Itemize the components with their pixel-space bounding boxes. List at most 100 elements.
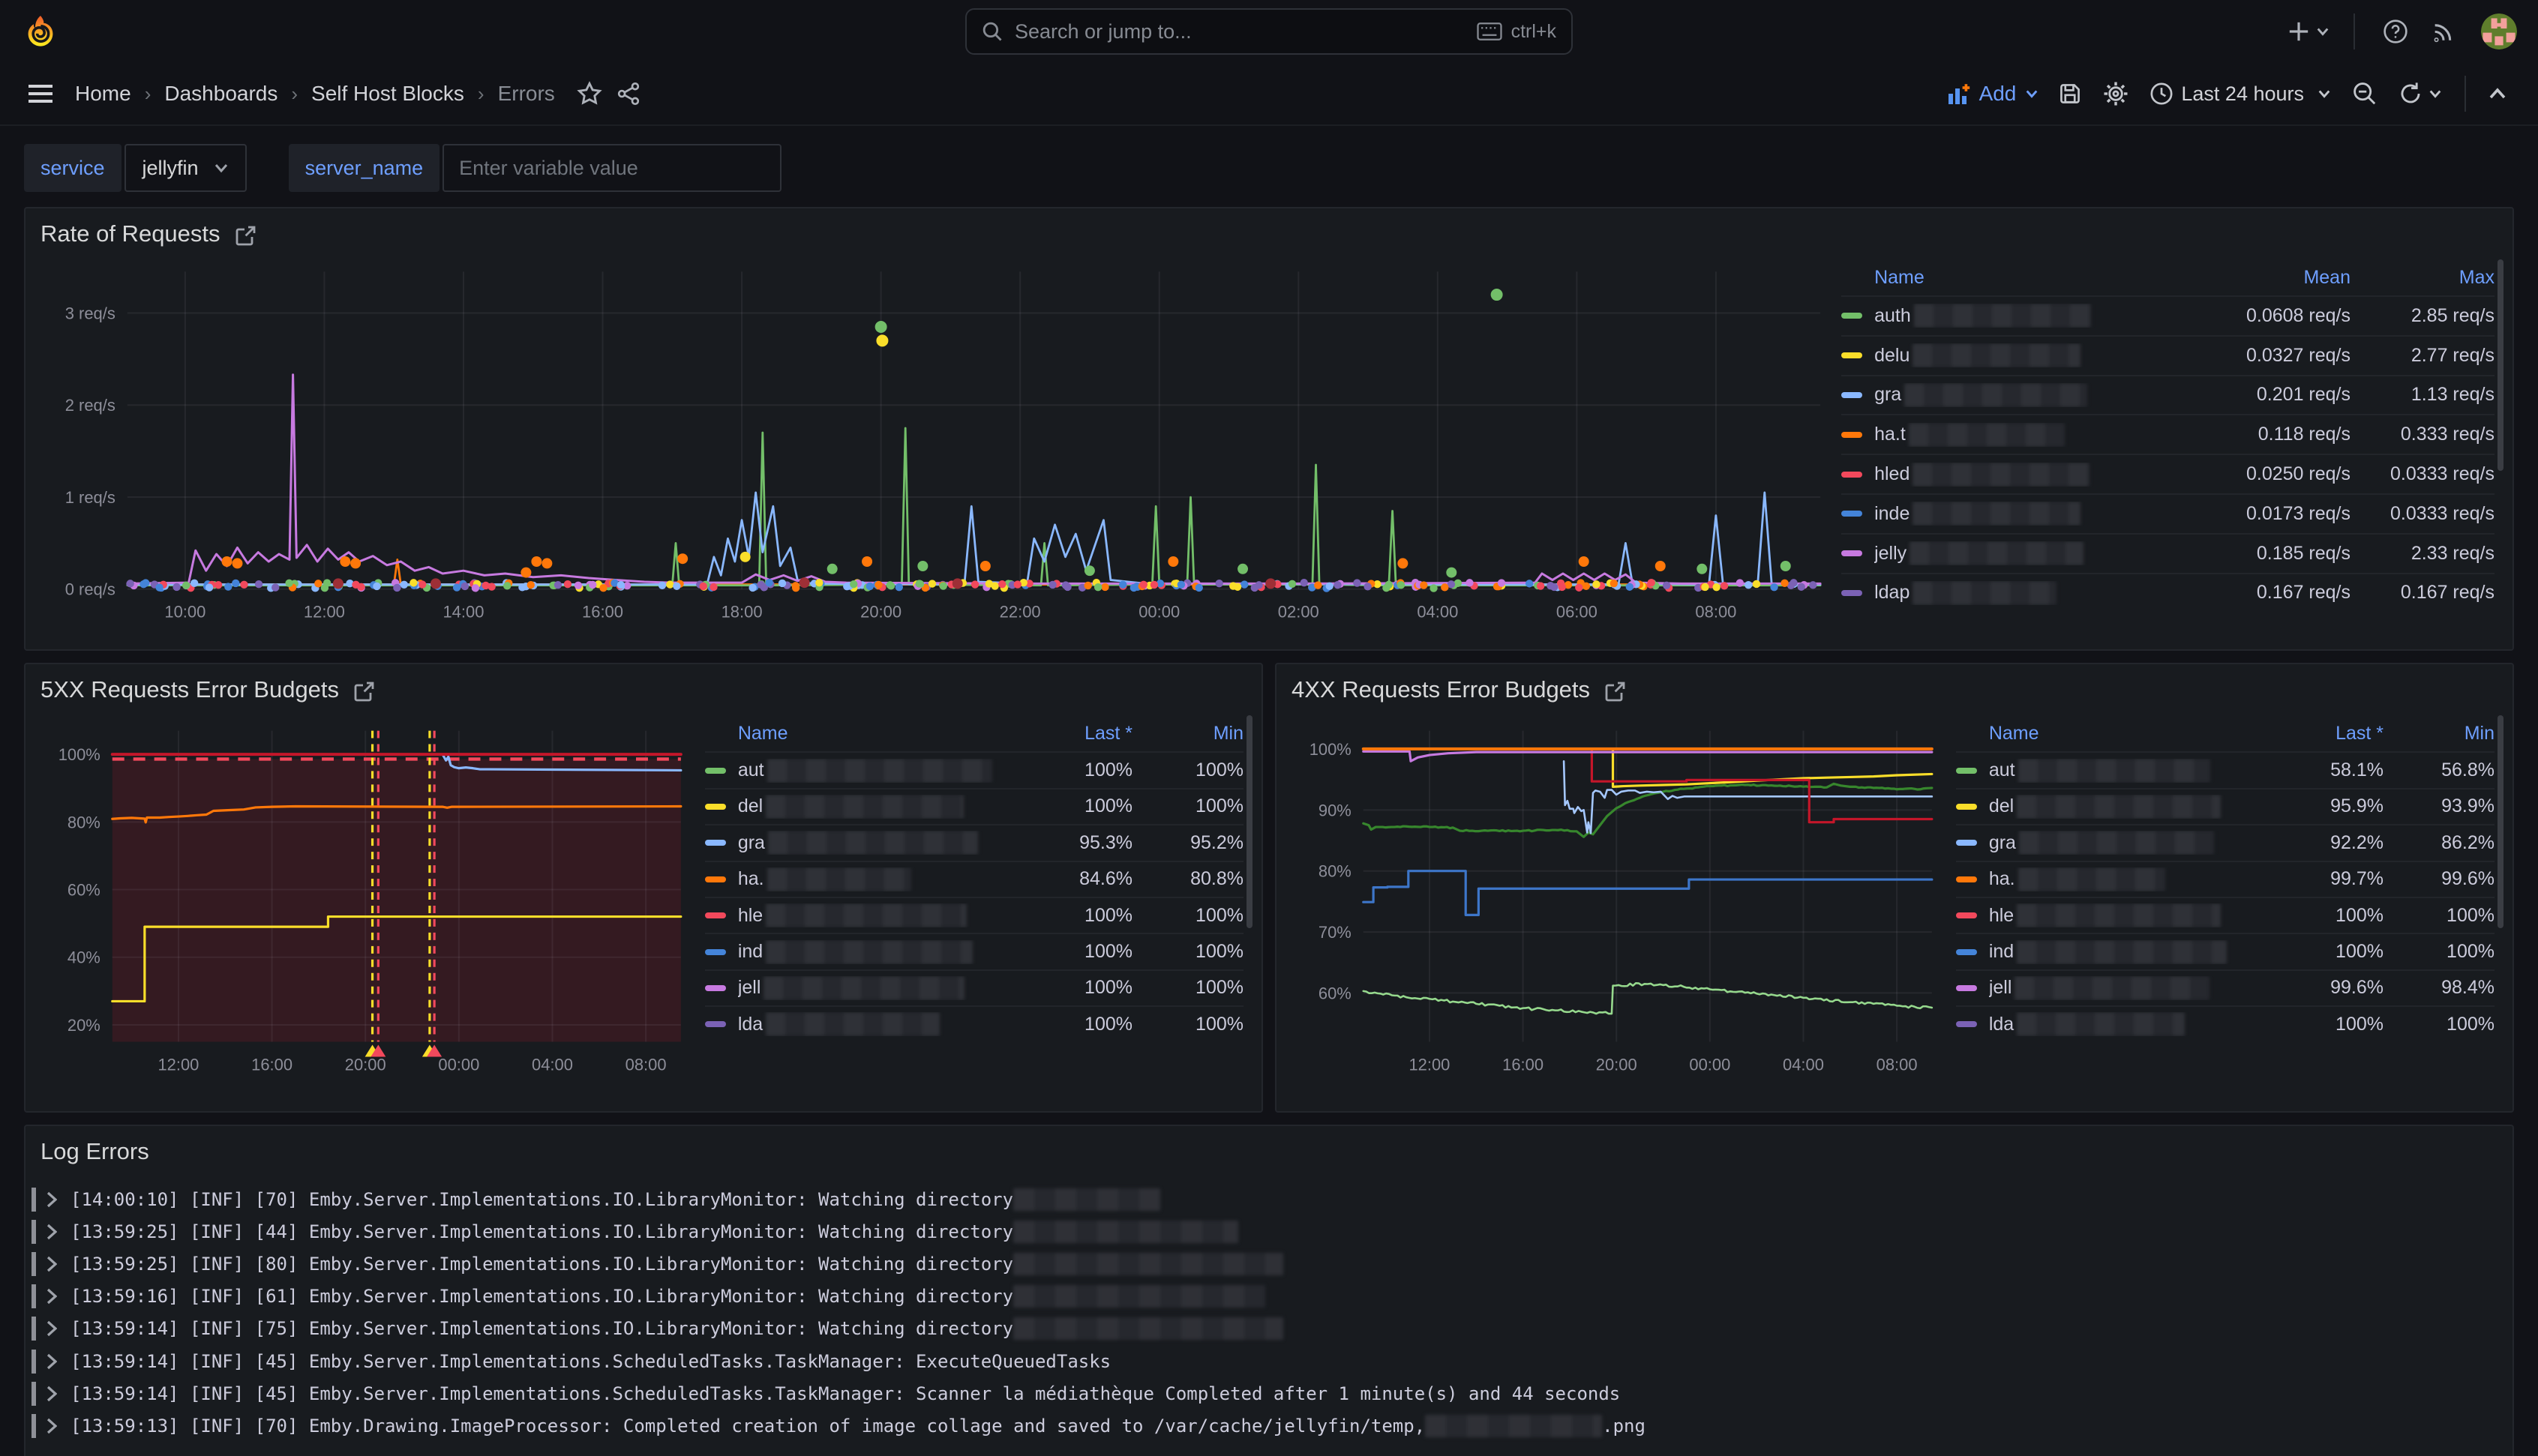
legend-row[interactable]: hle100%100%	[1956, 897, 2494, 933]
legend-row[interactable]: inde0.0173 req/s0.0333 req/s	[1841, 493, 2494, 533]
legend-row[interactable]: del95.9%93.9%	[1956, 788, 2494, 824]
series-color-dash	[1956, 985, 1977, 991]
external-link-icon[interactable]	[354, 681, 375, 702]
legend-row[interactable]: ind100%100%	[705, 933, 1244, 969]
scrollbar-thumb[interactable]	[2498, 259, 2504, 471]
legend-row[interactable]: jell99.6%98.4%	[1956, 969, 2494, 1005]
redacted-name	[2017, 795, 2221, 819]
refresh-interval-chevron[interactable]	[2426, 70, 2452, 118]
grafana-logo-icon[interactable]	[21, 12, 60, 51]
time-range-picker[interactable]: Last 24 hours	[2139, 70, 2342, 118]
scrollbar-thumb[interactable]	[1246, 715, 1252, 928]
save-dashboard-button[interactable]	[2048, 70, 2092, 118]
redacted-path	[1425, 1415, 1602, 1437]
redacted-name	[2017, 1012, 2185, 1036]
variable-server-name-label: server_name	[289, 144, 440, 192]
redacted-name	[1912, 581, 2056, 605]
log-row[interactable]: [13:59:14] [INF] [75] Emby.Server.Implem…	[28, 1313, 2510, 1345]
expand-chevron-icon	[46, 1353, 57, 1370]
series-color-dash	[1841, 590, 1862, 596]
redacted-name	[768, 831, 978, 855]
legend-row[interactable]: ha.t0.118 req/s0.333 req/s	[1841, 414, 2494, 454]
svg-text:04:00: 04:00	[532, 1055, 573, 1074]
legend-row[interactable]: ha.84.6%80.8%	[705, 861, 1244, 897]
log-row[interactable]: [13:59:25] [INF] [44] Emby.Server.Implem…	[28, 1215, 2510, 1248]
breadcrumb-folder[interactable]: Self Host Blocks	[311, 82, 464, 106]
legend-row[interactable]: jell100%100%	[705, 969, 1244, 1005]
svg-text:16:00: 16:00	[1502, 1055, 1544, 1074]
redacted-name	[2017, 903, 2221, 927]
add-panel-button[interactable]: Add	[1939, 82, 2048, 106]
menu-hamburger-icon[interactable]	[21, 71, 60, 116]
redacted-name	[2017, 940, 2227, 964]
refresh-dashboard-icon[interactable]	[2388, 70, 2426, 118]
variable-server-name-input[interactable]	[442, 144, 782, 192]
legend-row[interactable]: ldap0.167 req/s0.167 req/s	[1841, 573, 2494, 613]
legend-row[interactable]: aut100%100%	[705, 751, 1244, 787]
zoom-out-time-icon[interactable]	[2342, 70, 2388, 118]
expand-chevron-icon	[46, 1256, 57, 1272]
legend-row[interactable]: hled0.0250 req/s0.0333 req/s	[1841, 454, 2494, 493]
redacted-name	[767, 759, 992, 783]
rate-of-requests-chart[interactable]: 0 req/s1 req/s2 req/s3 req/s10:0012:0014…	[44, 253, 1829, 631]
breadcrumb-home[interactable]: Home	[75, 82, 131, 106]
legend-row[interactable]: gra0.201 req/s1.13 req/s	[1841, 375, 2494, 415]
dashboard-settings-gear-icon[interactable]	[2092, 70, 2139, 118]
series-color-dash	[1956, 912, 1977, 918]
breadcrumb-dashboards[interactable]: Dashboards	[164, 82, 278, 106]
legend-row[interactable]: aut58.1%56.8%	[1956, 751, 2494, 787]
legend-row[interactable]: delu0.0327 req/s2.77 req/s	[1841, 335, 2494, 375]
collapse-topbar-caret-icon[interactable]	[2478, 70, 2517, 118]
legend-header[interactable]: NameLast *Min	[1956, 715, 2494, 751]
log-level-bar	[32, 1317, 36, 1341]
legend-row[interactable]: gra95.3%95.2%	[705, 824, 1244, 860]
legend-row[interactable]: jelly0.185 req/s2.33 req/s	[1841, 533, 2494, 573]
redacted-name	[1904, 383, 2087, 407]
redacted-path	[1013, 1285, 1265, 1308]
legend-row[interactable]: auth0.0608 req/s2.85 req/s	[1841, 295, 2494, 335]
scrollbar-thumb[interactable]	[2498, 715, 2504, 928]
log-row[interactable]: [13:59:25] [INF] [80] Emby.Server.Implem…	[28, 1248, 2510, 1280]
redacted-name	[2014, 976, 2210, 1000]
log-row[interactable]: [14:00:10] [INF] [70] Emby.Server.Implem…	[28, 1183, 2510, 1215]
external-link-icon[interactable]	[1605, 681, 1626, 702]
news-rss-icon[interactable]	[2424, 9, 2463, 54]
log-message: [13:59:13] [INF] [70] Emby.Drawing.Image…	[70, 1416, 1425, 1437]
legend-header[interactable]: NameMeanMax	[1841, 259, 2494, 295]
series-color-dash	[1956, 949, 1977, 955]
log-row[interactable]: [13:59:14] [INF] [45] Emby.Server.Implem…	[28, 1345, 2510, 1377]
legend-row[interactable]: hle100%100%	[705, 897, 1244, 933]
legend-row[interactable]: lda100%100%	[705, 1005, 1244, 1041]
star-dashboard-icon[interactable]	[570, 71, 609, 116]
4xx-error-budget-chart[interactable]: 60%70%80%90%100%12:0016:0020:0000:0004:0…	[1294, 709, 1944, 1090]
breadcrumb: Home › Dashboards › Self Host Blocks › E…	[75, 82, 555, 106]
legend-row[interactable]: gra92.2%86.2%	[1956, 824, 2494, 860]
legend-row[interactable]: del100%100%	[705, 788, 1244, 824]
panel-log-errors: Log Errors [14:00:10] [INF] [70] Emby.Se…	[24, 1125, 2514, 1456]
add-new-button[interactable]	[2284, 9, 2332, 54]
log-row[interactable]: [13:59:16] [INF] [61] Emby.Server.Implem…	[28, 1281, 2510, 1313]
variable-service-select[interactable]: jellyfin	[124, 144, 247, 192]
5xx-error-budget-chart[interactable]: 20%40%60%80%100%12:0016:0020:0000:0004:0…	[44, 709, 693, 1090]
share-icon[interactable]	[609, 71, 648, 116]
search-input[interactable]: Search or jump to... ctrl+k	[965, 8, 1573, 55]
log-level-bar	[32, 1382, 36, 1406]
legend-row[interactable]: lda100%100%	[1956, 1005, 2494, 1041]
panel-title: Log Errors	[40, 1138, 149, 1165]
redacted-name	[1909, 423, 2065, 447]
svg-text:20:00: 20:00	[345, 1055, 386, 1074]
help-icon[interactable]	[2376, 9, 2415, 54]
svg-text:100%: 100%	[58, 745, 100, 764]
user-avatar[interactable]	[2481, 13, 2517, 49]
external-link-icon[interactable]	[236, 225, 256, 246]
log-message: [13:59:14] [INF] [45] Emby.Server.Implem…	[70, 1383, 1620, 1404]
svg-text:3 req/s: 3 req/s	[65, 304, 116, 323]
legend-row[interactable]: ha.99.7%99.6%	[1956, 861, 2494, 897]
breadcrumb-current: Errors	[498, 82, 555, 106]
legend-row[interactable]: ind100%100%	[1956, 933, 2494, 969]
log-row[interactable]: [13:59:13] [INF] [70] Emby.Drawing.Image…	[28, 1410, 2510, 1442]
log-row[interactable]: [13:59:14] [INF] [45] Emby.Server.Implem…	[28, 1377, 2510, 1410]
legend-header[interactable]: NameLast *Min	[705, 715, 1244, 751]
svg-text:10:00: 10:00	[164, 603, 206, 622]
series-color-dash	[705, 768, 726, 774]
